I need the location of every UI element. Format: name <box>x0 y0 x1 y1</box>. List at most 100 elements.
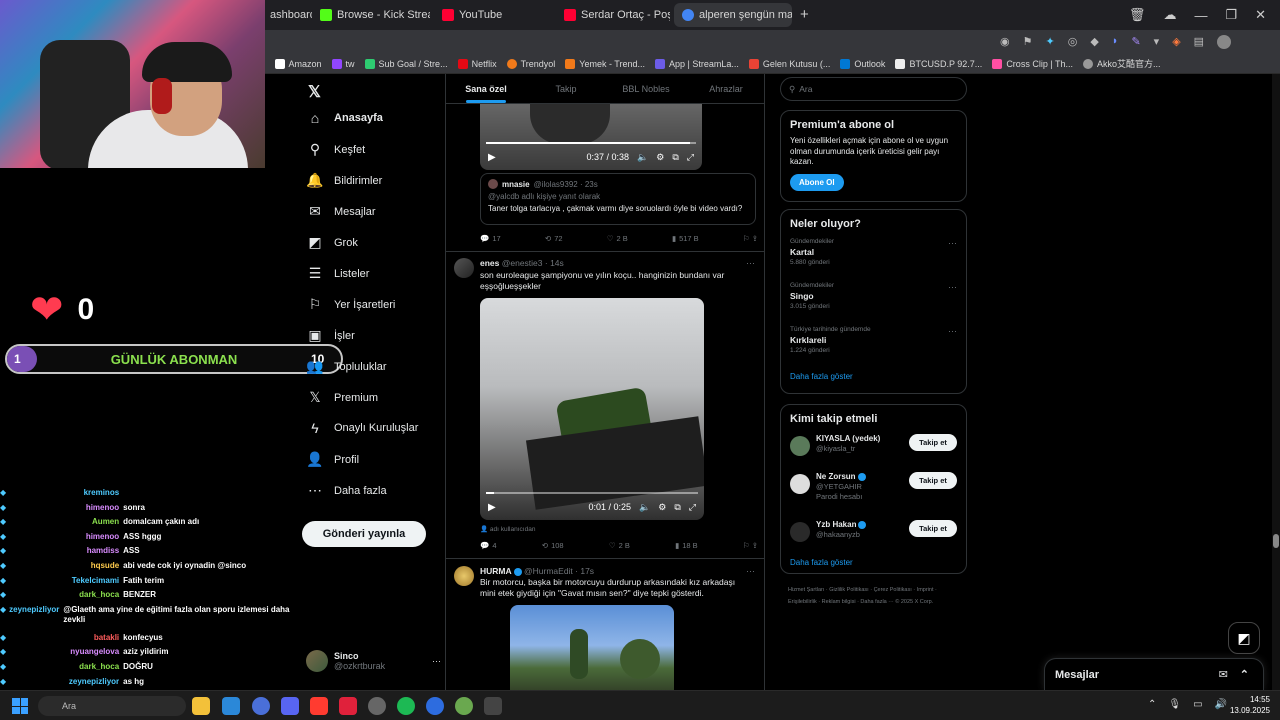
tab-youtube-song[interactable]: Serdar Ortaç - Poşet - YouT <box>556 3 670 27</box>
follow-button[interactable]: Takip et <box>909 434 957 451</box>
app-icon[interactable] <box>252 697 270 715</box>
avatar[interactable] <box>454 566 474 586</box>
nav-item-topluluklar[interactable]: 👥 Topluluklar <box>306 358 386 375</box>
footer-links[interactable]: Hizmet Şartları · Gizlilik Politikası · … <box>788 584 958 608</box>
extension-icon[interactable]: ◗ <box>1112 35 1119 49</box>
follow-button[interactable]: Takip et <box>909 520 957 537</box>
retweet-button[interactable]: ⟲ 108 <box>542 541 564 550</box>
extension-icon[interactable]: ◈ <box>1172 35 1180 49</box>
nav-item-premium[interactable]: 𝕏 Premium <box>306 389 378 406</box>
post-button[interactable]: Gönderi yayınla <box>302 521 426 547</box>
nav-item-profil[interactable]: 👤 Profil <box>306 451 359 468</box>
messages-drawer[interactable]: Mesajlar ✉ ⌃ <box>1044 658 1264 690</box>
like-button[interactable]: ♡ 2 B <box>609 541 630 550</box>
store-icon[interactable] <box>222 697 240 715</box>
app-icon[interactable] <box>339 697 357 715</box>
volume-icon[interactable]: 🔊 <box>1215 699 1227 710</box>
bookmark-amazon[interactable]: Amazon <box>274 58 322 69</box>
nav-item-mesajlar[interactable]: ✉ Mesajlar <box>306 203 375 220</box>
show-more-follow-link[interactable]: Daha fazla göster <box>790 558 957 567</box>
maximize-button[interactable]: ❐ <box>1225 7 1237 23</box>
trash-icon[interactable]: 🗑 <box>1129 7 1146 23</box>
reply-button[interactable]: 💬 4 <box>480 541 497 550</box>
more-icon[interactable]: ··· <box>948 326 957 336</box>
views-button[interactable]: ▮ 517 B <box>672 234 699 243</box>
volume-icon[interactable]: 🔈 <box>637 152 648 163</box>
broadcast-icon[interactable]: ◉ <box>1000 35 1010 49</box>
file-explorer-icon[interactable] <box>192 697 210 715</box>
nav-item-yer-i-şaretleri[interactable]: ⚐ Yer İşaretleri <box>306 296 396 313</box>
more-icon[interactable]: ··· <box>948 282 957 292</box>
bookmark-trendyol[interactable]: Trendyol <box>506 58 555 69</box>
tweet-user[interactable]: HURMA <box>480 566 512 576</box>
quoted-reply[interactable]: mnasie @ilolas9392 · 23s @yalcdb adlı ki… <box>480 173 756 225</box>
profile-avatar-icon[interactable] <box>1217 35 1232 49</box>
tab-following[interactable]: Takip <box>526 74 606 103</box>
follow-button[interactable]: Takip et <box>909 472 957 489</box>
tweet-video[interactable]: ▶ 0:37 / 0:38 🔈 ⚙ ⧉ ⤢ <box>480 94 702 170</box>
volume-icon[interactable]: 🔈 <box>639 502 650 513</box>
more-icon[interactable]: ··· <box>746 566 755 576</box>
views-button[interactable]: ▮ 18 B <box>675 541 698 550</box>
trend-item[interactable]: Türkiye tarihinde gündemde Kırklareli 1.22… <box>790 326 957 370</box>
vivaldi-icon[interactable] <box>310 697 328 715</box>
discord-icon[interactable] <box>281 697 299 715</box>
subscribe-button[interactable]: Abone Ol <box>790 173 844 191</box>
show-more-trends-link[interactable]: Daha fazla göster <box>790 372 957 381</box>
tweet-video[interactable] <box>510 605 674 690</box>
x-logo-icon[interactable]: 𝕏 <box>308 82 321 102</box>
nav-item-grok[interactable]: ◩ Grok <box>306 234 357 251</box>
tab-dashboard[interactable]: ashboard <box>262 3 312 27</box>
minimize-button[interactable]: — <box>1194 8 1207 23</box>
tab-bbl-nobles[interactable]: BBL Nobles <box>606 74 686 103</box>
bookmark-yemek[interactable]: Yemek - Trend... <box>565 58 645 69</box>
app-icon[interactable] <box>455 697 473 715</box>
bookmark-akko[interactable]: Akko艾酷官方... <box>1083 57 1161 70</box>
account-switcher[interactable]: Sinco @ozkrtburak ··· <box>306 650 441 672</box>
new-tab-button[interactable]: + <box>800 6 809 23</box>
spotify-icon[interactable] <box>397 697 415 715</box>
chevron-up-icon[interactable]: ⌃ <box>1148 699 1156 710</box>
bookmark-button[interactable]: ⚐ ⇪ <box>743 234 758 243</box>
pip-icon[interactable]: ⧉ <box>674 502 680 513</box>
grok-button[interactable]: ◩ <box>1228 622 1260 654</box>
extension-icon[interactable]: ◎ <box>1068 35 1078 49</box>
follow-suggestion[interactable]: KIYASLA (yedek) @kiyasla_tr Takip et <box>790 434 957 472</box>
nav-item-keşfet[interactable]: ⚲ Keşfet <box>306 141 365 158</box>
nav-item-daha-fazla[interactable]: ⋯ Daha fazla <box>306 482 387 499</box>
nav-item-anasayfa[interactable]: ⌂ Anasayfa <box>306 110 383 126</box>
bookmark-gmail[interactable]: Gelen Kutusu (... <box>748 58 830 69</box>
trend-item[interactable]: Gündemdekiler Singo 3.015 gönderi ··· <box>790 282 957 326</box>
obs-icon[interactable] <box>368 697 386 715</box>
tab-kick[interactable]: Browse - Kick Streaming <box>312 3 430 27</box>
taskbar-search[interactable]: Ara <box>38 696 186 716</box>
bookmark-star-icon[interactable]: ⚑ <box>1023 35 1033 49</box>
display-icon[interactable]: ▭ <box>1193 699 1202 710</box>
app-icon[interactable] <box>484 697 502 715</box>
trend-item[interactable]: Gündemdekiler Kartal 5.880 gönderi ··· <box>790 238 957 282</box>
bookmark-subgoal[interactable]: Sub Goal / Stre... <box>364 58 448 69</box>
fullscreen-icon[interactable]: ⤢ <box>687 152 694 163</box>
tab-youtube[interactable]: YouTube <box>434 3 552 27</box>
tab-for-you[interactable]: Sana özel <box>446 74 526 103</box>
nav-item-onaylı-kuruluşlar[interactable]: ϟ Onaylı Kuruluşlar <box>306 420 418 436</box>
more-icon[interactable]: ··· <box>948 238 957 248</box>
cloud-icon[interactable]: ☁ <box>1163 7 1176 23</box>
windows-start-icon[interactable] <box>12 698 28 714</box>
nav-item-i-şler[interactable]: ▣ İşler <box>306 327 354 344</box>
reply-button[interactable]: 💬 17 <box>480 234 501 243</box>
new-message-icon[interactable]: ✉ <box>1219 668 1228 681</box>
bookmark-tw[interactable]: tw <box>331 58 355 69</box>
steam-icon[interactable] <box>426 697 444 715</box>
bookmark-button[interactable]: ⚐ ⇪ <box>743 541 758 550</box>
bookmark-outlook[interactable]: Outlook <box>840 58 885 69</box>
scrollbar-thumb[interactable] <box>1273 534 1279 548</box>
retweet-button[interactable]: ⟲ 72 <box>545 234 563 243</box>
tweet-user[interactable]: enes <box>480 258 499 268</box>
more-icon[interactable]: ··· <box>746 258 755 268</box>
bookmark-crossclip[interactable]: Cross Clip | Th... <box>992 58 1073 69</box>
like-button[interactable]: ♡ 2 B <box>607 234 628 243</box>
settings-icon[interactable]: ⚙ <box>656 152 664 163</box>
page-scrollbar[interactable] <box>1272 74 1280 690</box>
search-input[interactable]: ⚲ Ara <box>780 77 967 101</box>
